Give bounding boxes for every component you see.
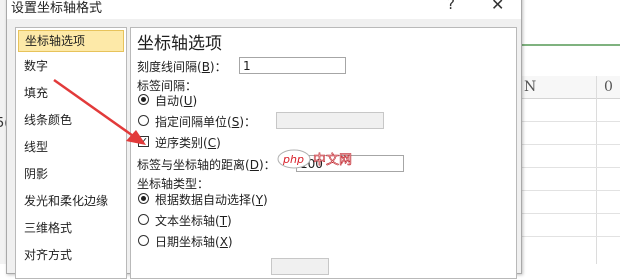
axis-options-panel: 坐标轴选项 刻度线间隔(B)： 1 标签间隔： 自动(U) 指定间隔单位(S)：… (130, 27, 517, 279)
category-line-style[interactable]: 线型 (18, 136, 124, 158)
text-axis-label[interactable]: 文本坐标轴(T) (155, 212, 232, 229)
sheet-green-border (520, 44, 620, 46)
auto-radio-label[interactable]: 自动(U) (155, 92, 197, 109)
column-header-n[interactable]: N (524, 79, 536, 95)
help-button[interactable]: ? (447, 0, 455, 13)
close-button[interactable]: ✕ (491, 0, 504, 14)
category-shadow[interactable]: 阴影 (18, 163, 124, 185)
auto-select-radio[interactable] (138, 193, 149, 204)
date-axis-radio[interactable] (138, 235, 149, 246)
php-watermark-logo: php 中文网 (277, 149, 352, 169)
category-3d-format[interactable]: 三维格式 (18, 217, 124, 239)
format-axis-dialog: 设置坐标轴格式 ? ✕ 坐标轴选项 数字 填充 线条颜色 线型 阴影 发光和柔化… (6, 0, 522, 279)
svg-text:中文网: 中文网 (313, 153, 352, 168)
category-line-color[interactable]: 线条颜色 (18, 109, 124, 131)
date-axis-label[interactable]: 日期坐标轴(X) (155, 233, 233, 250)
reverse-categories-label[interactable]: 逆序类别(C) (155, 134, 221, 151)
category-number[interactable]: 数字 (18, 55, 124, 77)
category-axis-options[interactable]: 坐标轴选项 (18, 30, 124, 52)
sheet-gridline (520, 167, 620, 168)
reverse-categories-checkbox[interactable]: ✓ (138, 136, 149, 147)
sheet-gridline (520, 190, 620, 191)
auto-radio[interactable] (138, 94, 149, 105)
sheet-gridline (520, 144, 620, 145)
category-alignment[interactable]: 对齐方式 (18, 244, 124, 266)
tick-interval-label: 刻度线间隔(B)： (137, 60, 227, 74)
column-header-o[interactable]: 0 (604, 79, 613, 95)
sheet-gridline (520, 121, 620, 122)
interval-unit-input[interactable] (276, 112, 384, 129)
dialog-titlebar[interactable]: 设置坐标轴格式 ? ✕ (7, 0, 521, 19)
label-distance-label: 标签与坐标轴的距离(D)： (137, 158, 276, 172)
svg-text:php: php (282, 153, 304, 166)
specify-unit-label[interactable]: 指定间隔单位(S)： (155, 113, 256, 130)
bottom-input-fragment[interactable] (271, 258, 329, 275)
category-fill[interactable]: 填充 (18, 82, 124, 104)
axis-type-label: 坐标轴类型： (137, 177, 210, 191)
panel-title: 坐标轴选项 (137, 34, 222, 54)
category-glow-soft-edges[interactable]: 发光和柔化边缘 (18, 190, 124, 212)
text-axis-radio[interactable] (138, 214, 149, 225)
category-list: 坐标轴选项 数字 填充 线条颜色 线型 阴影 发光和柔化边缘 三维格式 对齐方式 (15, 27, 127, 279)
tick-interval-input[interactable]: 1 (239, 57, 346, 74)
dialog-title: 设置坐标轴格式 (11, 1, 103, 16)
auto-select-label[interactable]: 根据数据自动选择(Y) (155, 191, 268, 208)
sheet-gridline (520, 236, 620, 237)
specify-unit-radio[interactable] (138, 115, 149, 126)
sheet-gridline (520, 213, 620, 214)
